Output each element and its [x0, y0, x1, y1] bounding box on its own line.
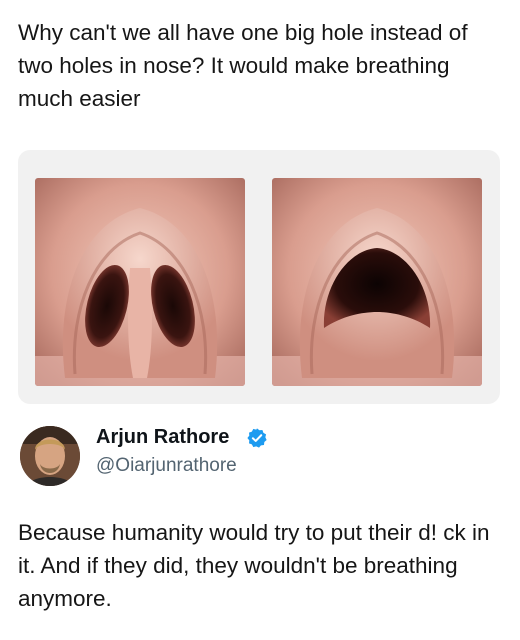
nose-photo-icon	[35, 178, 245, 386]
image-card[interactable]	[18, 150, 500, 404]
post-text: Why can't we all have one big hole inste…	[18, 20, 468, 111]
nose-two-nostrils-image[interactable]	[35, 178, 245, 386]
reply-text: Because humanity would try to put their …	[18, 520, 490, 611]
reply-tweet[interactable]: Arjun Rathore @Oiarjunrathore Because hu…	[0, 410, 520, 640]
nose-photo-icon	[272, 178, 482, 386]
profile-photo-icon	[20, 426, 80, 486]
display-name[interactable]: Arjun Rathore	[96, 426, 229, 449]
user-handle[interactable]: @Oiarjunrathore	[96, 455, 237, 477]
avatar[interactable]	[20, 426, 80, 486]
nose-one-nostril-image[interactable]	[272, 178, 482, 386]
verified-badge-icon	[247, 428, 267, 448]
